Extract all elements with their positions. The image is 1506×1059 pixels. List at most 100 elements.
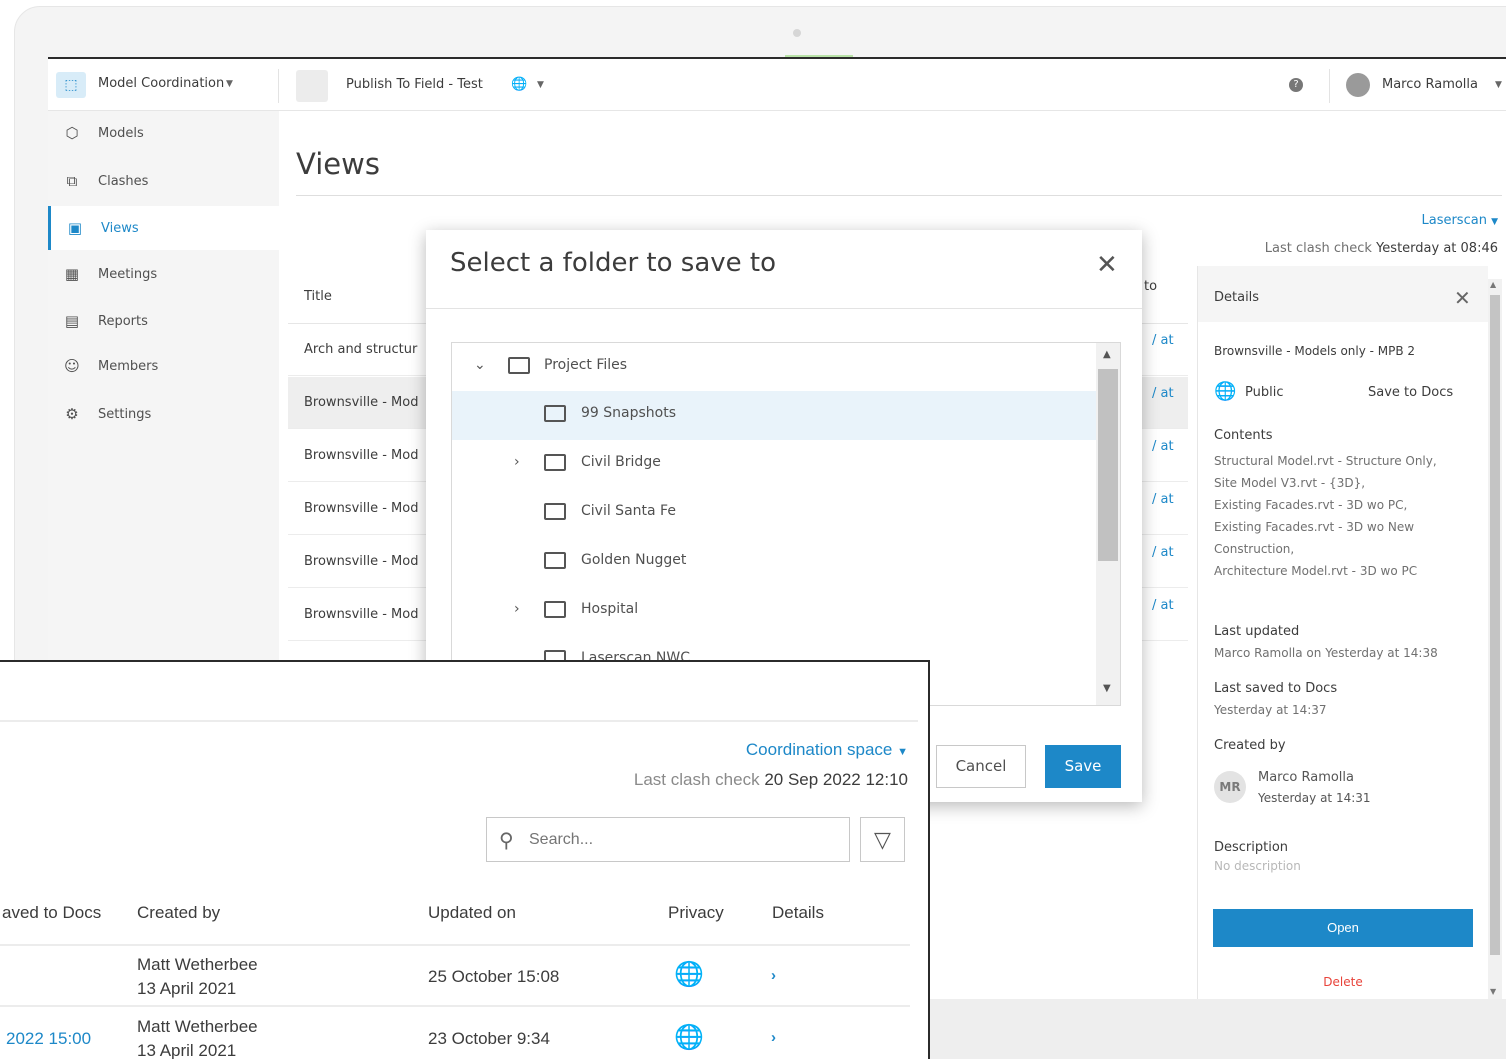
privacy-label: Public	[1245, 385, 1284, 400]
sidebar-item-settings[interactable]: ⚙ Settings	[48, 392, 279, 436]
chevron-right-icon[interactable]: ›	[514, 454, 520, 470]
folder-icon	[544, 405, 566, 422]
scrollbar-thumb[interactable]	[1490, 295, 1500, 955]
created-date: 13 April 2021	[137, 979, 237, 998]
folder-tree: ⌄ Project Files 99 Snapshots › Civil Bri…	[451, 342, 1121, 706]
column-header-saved[interactable]: aved to Docs	[2, 903, 101, 923]
content-item: Existing Facades.rvt - 3D wo New Constru…	[1214, 520, 1415, 556]
creator-date: Yesterday at 14:31	[1258, 791, 1371, 805]
project-thumbnail[interactable]	[296, 70, 328, 102]
save-to-docs-button[interactable]: Save to Docs	[1368, 385, 1453, 400]
coordination-space-window: Coordination space ▼ Last clash check 20…	[0, 660, 930, 1059]
divider	[1329, 69, 1330, 103]
sidebar-item-members[interactable]: ☺ Members	[48, 344, 279, 388]
row-partial[interactable]: / at	[1152, 492, 1174, 507]
last-updated-value: Marco Ramolla on Yesterday at 14:38	[1214, 646, 1438, 660]
calendar-icon: ▦	[64, 265, 80, 283]
tree-item-99-snapshots[interactable]: 99 Snapshots	[452, 391, 1096, 440]
tree-item-project-files[interactable]: ⌄ Project Files	[452, 343, 1096, 392]
scroll-down-icon[interactable]: ▼	[1103, 683, 1111, 694]
details-title: Details	[1214, 290, 1260, 305]
open-button[interactable]: Open	[1213, 909, 1473, 947]
chevron-right-icon[interactable]: ›	[514, 601, 520, 617]
tree-item-civil-bridge[interactable]: › Civil Bridge	[452, 440, 1096, 489]
cube-icon: ⬡	[65, 124, 79, 142]
avatar[interactable]	[1346, 73, 1370, 97]
chevron-down-icon[interactable]: ▼	[226, 79, 233, 89]
last-clash-check: Last clash check 20 Sep 2022 12:10	[633, 770, 908, 789]
scrollbar-thumb[interactable]	[1098, 369, 1118, 561]
column-header-updated-on[interactable]: Updated on	[428, 903, 516, 923]
cancel-button[interactable]: Cancel	[936, 745, 1026, 788]
details-arrow-icon[interactable]: ›	[771, 967, 776, 984]
updated-on: 23 October 9:34	[428, 1029, 550, 1048]
delete-button[interactable]: Delete	[1198, 975, 1488, 989]
scroll-up-icon[interactable]: ▲	[1490, 280, 1496, 289]
views-icon: ▣	[67, 219, 83, 237]
folder-icon	[544, 601, 566, 618]
row-partial[interactable]: / at	[1152, 439, 1174, 454]
clash-icon: ⧉	[66, 172, 78, 190]
row-partial[interactable]: / at	[1152, 598, 1174, 613]
scroll-up-icon[interactable]: ▲	[1103, 349, 1111, 360]
module-title[interactable]: Model Coordination	[98, 76, 224, 91]
content-item: Structural Model.rvt - Structure Only,	[1214, 454, 1437, 468]
project-title[interactable]: Publish To Field - Test	[346, 77, 483, 92]
folder-label: Civil Bridge	[581, 454, 661, 470]
row-title: Brownsville - Mod	[304, 501, 419, 516]
folder-icon	[544, 503, 566, 520]
space-selector[interactable]: Coordination space ▼	[746, 740, 908, 760]
column-header-created-by[interactable]: Created by	[137, 903, 220, 923]
scrollbar[interactable]: ▲ ▼	[1488, 279, 1502, 999]
description-value: No description	[1214, 859, 1301, 873]
chevron-down-icon[interactable]: ⌄	[474, 357, 486, 373]
row-partial[interactable]: / at	[1152, 545, 1174, 560]
divider	[426, 308, 1142, 309]
scrollbar[interactable]: ▲ ▼	[1096, 343, 1120, 705]
sidebar-item-clashes[interactable]: ⧉ Clashes	[48, 159, 279, 203]
column-header-details: Details	[772, 903, 824, 922]
space-selector[interactable]: Laserscan ▼	[1421, 213, 1498, 228]
filter-button[interactable]: ▽	[860, 817, 905, 862]
tree-item-civil-santa-fe[interactable]: Civil Santa Fe	[452, 489, 1096, 538]
globe-icon: 🌐	[674, 1024, 704, 1051]
tree-item-golden-nugget[interactable]: Golden Nugget	[452, 538, 1096, 587]
dialog-title: Select a folder to save to	[450, 248, 777, 278]
sidebar-item-label: Reports	[98, 313, 148, 329]
folder-label: Hospital	[581, 601, 639, 617]
members-icon: ☺	[64, 357, 80, 375]
top-bar: ⬚ Model Coordination ▼ Publish To Field …	[48, 59, 1506, 111]
sidebar-item-models[interactable]: ⬡ Models	[48, 111, 279, 155]
chevron-down-icon[interactable]: ▼	[537, 80, 544, 90]
chevron-down-icon[interactable]: ▼	[1495, 80, 1502, 90]
user-name[interactable]: Marco Ramolla	[1382, 77, 1478, 92]
close-icon[interactable]: ✕	[1096, 250, 1118, 280]
save-button[interactable]: Save	[1045, 745, 1121, 788]
column-header-privacy[interactable]: Privacy	[668, 903, 724, 923]
details-arrow-icon[interactable]: ›	[771, 1029, 776, 1046]
folder-icon	[544, 552, 566, 569]
created-by-label: Created by	[1214, 738, 1286, 753]
sidebar-item-reports[interactable]: ▤ Reports	[48, 299, 279, 343]
description-label: Description	[1214, 840, 1289, 855]
scroll-down-icon[interactable]: ▼	[1490, 987, 1496, 996]
row-partial[interactable]: / at	[1152, 386, 1174, 401]
sidebar-item-label: Clashes	[98, 173, 149, 189]
search-box[interactable]: ⚲	[486, 817, 850, 862]
details-panel: Details ✕ Brownsville - Models only - MP…	[1197, 266, 1488, 999]
help-icon[interactable]: ?	[1289, 78, 1303, 92]
model-coordination-icon[interactable]: ⬚	[56, 72, 86, 98]
camera-dot	[793, 29, 801, 37]
folder-label: Project Files	[544, 357, 628, 373]
tree-item-hospital[interactable]: › Hospital	[452, 587, 1096, 636]
sidebar-item-label: Views	[101, 220, 139, 236]
close-icon[interactable]: ✕	[1454, 286, 1471, 310]
sidebar-item-label: Meetings	[98, 266, 158, 282]
column-header-title[interactable]: Title	[304, 289, 332, 304]
details-header: Details ✕	[1198, 266, 1488, 322]
sidebar-item-meetings[interactable]: ▦ Meetings	[48, 252, 279, 296]
search-input[interactable]	[529, 828, 829, 852]
sidebar-item-views[interactable]: ▣ Views	[48, 206, 279, 250]
saved-to-docs[interactable]: 2022 15:00	[6, 1029, 91, 1049]
row-partial[interactable]: / at	[1152, 333, 1174, 348]
